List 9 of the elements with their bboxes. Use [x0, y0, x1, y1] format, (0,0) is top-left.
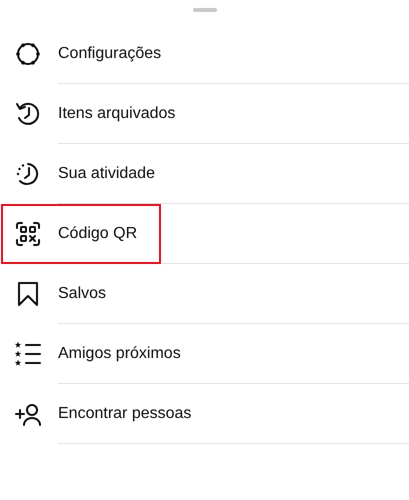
menu-item[interactable]: Configurações	[58, 42, 162, 66]
menu-item[interactable]: Sua atividade	[58, 162, 155, 186]
qr-code-icon	[13, 219, 43, 249]
menu-item[interactable]: Encontrar pessoas	[58, 402, 192, 426]
menu-item[interactable]: Itens arquivados	[58, 102, 176, 126]
menu-item[interactable]: Código QR	[58, 222, 138, 246]
menu-item[interactable]: Amigos próximos	[58, 342, 181, 366]
drag-handle[interactable]	[192, 8, 216, 12]
menu-item[interactable]: Salvos	[58, 282, 106, 306]
